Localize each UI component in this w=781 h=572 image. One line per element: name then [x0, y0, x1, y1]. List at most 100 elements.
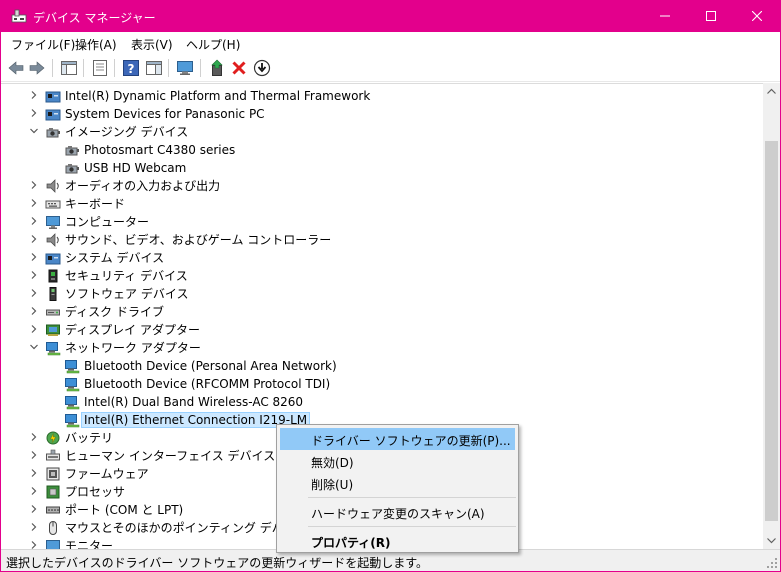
- tree-item-label: コンピューター: [65, 215, 150, 229]
- tree-item-label: イメージング デバイス: [65, 125, 189, 139]
- expand-chevron-right-icon[interactable]: [29, 252, 39, 262]
- tree-category-item[interactable]: ディスプレイ アダプター: [1, 321, 761, 339]
- chip-folder-icon: [45, 253, 61, 265]
- tree-category-item[interactable]: オーディオの入力および出力: [1, 177, 761, 195]
- tree-category-item[interactable]: ディスク ドライブ: [1, 303, 761, 321]
- tree-category-item[interactable]: システム デバイス: [1, 249, 761, 267]
- properties-icon[interactable]: [91, 59, 109, 77]
- context-menu-item[interactable]: プロパティ(R): [280, 530, 515, 552]
- computer-icon: [46, 540, 60, 549]
- back-arrow-icon[interactable]: [7, 59, 25, 77]
- tree-device-item[interactable]: Intel(R) Dual Band Wireless-AC 8260: [1, 393, 761, 411]
- tree-item-label: Bluetooth Device (RFCOMM Protocol TDI): [84, 377, 331, 391]
- menu-action[interactable]: 操作(A): [75, 36, 117, 53]
- context-menu-item[interactable]: ドライバー ソフトウェアの更新(P)...: [280, 428, 515, 450]
- forward-arrow-icon[interactable]: [28, 59, 46, 77]
- security-device-icon: [48, 269, 58, 283]
- expand-chevron-right-icon[interactable]: [29, 198, 39, 208]
- network-adapter-icon: [46, 342, 61, 356]
- vertical-scrollbar[interactable]: [763, 83, 780, 549]
- keyboard-icon: [45, 200, 61, 209]
- resize-grip-icon[interactable]: [766, 557, 778, 569]
- tree-item-label: ヒューマン インターフェイス デバイス: [65, 449, 276, 463]
- tree-item-label: プロセッサ: [65, 485, 126, 499]
- context-menu-separator: [308, 497, 516, 498]
- expand-chevron-right-icon[interactable]: [29, 234, 39, 244]
- tree-category-item[interactable]: サウンド、ビデオ、およびゲーム コントローラー: [1, 231, 761, 249]
- context-menu-item[interactable]: 削除(U): [280, 472, 515, 494]
- title-bar[interactable]: デバイス マネージャー: [1, 1, 780, 32]
- tree-device-item[interactable]: Bluetooth Device (Personal Area Network): [1, 357, 761, 375]
- expand-chevron-right-icon[interactable]: [29, 450, 39, 460]
- tree-category-item[interactable]: System Devices for Panasonic PC: [1, 105, 761, 123]
- expand-chevron-right-icon[interactable]: [29, 486, 39, 496]
- expand-chevron-right-icon[interactable]: [29, 432, 39, 442]
- network-adapter-icon: [65, 360, 80, 374]
- network-adapter-icon: [65, 414, 80, 428]
- scrollbar-thumb[interactable]: [765, 141, 778, 521]
- network-adapter-icon: [65, 396, 80, 410]
- context-menu-item-label: プロパティ(R): [311, 536, 391, 550]
- close-button[interactable]: [734, 1, 780, 32]
- expand-chevron-right-icon[interactable]: [29, 522, 39, 532]
- context-menu-item[interactable]: 無効(D): [280, 450, 515, 472]
- tree-category-item[interactable]: キーボード: [1, 195, 761, 213]
- expand-chevron-right-icon[interactable]: [29, 270, 39, 280]
- close-icon: [752, 11, 762, 21]
- expand-chevron-right-icon[interactable]: [29, 324, 39, 334]
- expand-chevron-right-icon[interactable]: [29, 216, 39, 226]
- help-icon[interactable]: ?: [122, 59, 140, 77]
- tree-item-label: ディスク ドライブ: [65, 305, 164, 319]
- menu-help[interactable]: ヘルプ(H): [186, 36, 240, 53]
- expand-chevron-right-icon[interactable]: [29, 540, 39, 549]
- context-menu-item[interactable]: ハードウェア変更のスキャン(A): [280, 501, 515, 523]
- tree-category-item[interactable]: ソフトウェア デバイス: [1, 285, 761, 303]
- tree-category-item[interactable]: イメージング デバイス: [1, 123, 761, 141]
- expand-chevron-right-icon[interactable]: [29, 108, 39, 118]
- firmware-icon: [46, 467, 60, 481]
- scroll-down-arrow-icon[interactable]: [763, 532, 780, 549]
- scroll-up-arrow-icon[interactable]: [763, 83, 780, 100]
- tree-item-label: セキュリティ デバイス: [65, 269, 188, 283]
- show-hide-console-tree-icon[interactable]: [60, 59, 78, 77]
- mouse-icon: [49, 521, 57, 535]
- menu-view[interactable]: 表示(V): [131, 36, 173, 53]
- expand-chevron-right-icon[interactable]: [29, 306, 39, 316]
- tree-device-item[interactable]: Photosmart C4380 series: [1, 141, 761, 159]
- display-adapter-icon: [46, 324, 60, 336]
- battery-icon: [46, 431, 60, 445]
- tree-item-label: Bluetooth Device (Personal Area Network): [84, 359, 337, 373]
- expand-chevron-right-icon[interactable]: [29, 504, 39, 514]
- menu-file[interactable]: ファイル(F): [11, 36, 75, 53]
- expand-chevron-right-icon[interactable]: [29, 180, 39, 190]
- status-text: 選択したデバイスのドライバー ソフトウェアの更新ウィザードを起動します。: [6, 556, 429, 570]
- tree-category-item[interactable]: セキュリティ デバイス: [1, 267, 761, 285]
- maximize-icon: [706, 11, 716, 21]
- tree-item-label: ポート (COM と LPT): [65, 503, 184, 517]
- expand-chevron-right-icon[interactable]: [29, 468, 39, 478]
- context-menu-item-label: 削除(U): [311, 478, 354, 492]
- uninstall-icon[interactable]: [230, 59, 248, 77]
- expand-chevron-right-icon[interactable]: [29, 90, 39, 100]
- tree-item-label: Intel(R) Dual Band Wireless-AC 8260: [84, 395, 304, 409]
- tree-item-label: サウンド、ビデオ、およびゲーム コントローラー: [65, 233, 332, 247]
- tree-device-item[interactable]: USB HD Webcam: [1, 159, 761, 177]
- svg-text:?: ?: [128, 62, 135, 76]
- port-icon: [46, 506, 60, 514]
- expand-chevron-down-icon[interactable]: [29, 126, 39, 136]
- speaker-icon: [46, 233, 59, 247]
- window-title: デバイス マネージャー: [33, 11, 156, 25]
- minimize-button[interactable]: [642, 1, 688, 32]
- action-pane-icon[interactable]: [145, 59, 163, 77]
- update-driver-icon[interactable]: [208, 59, 226, 77]
- tree-category-item[interactable]: コンピューター: [1, 213, 761, 231]
- scan-hardware-icon[interactable]: [253, 59, 271, 77]
- expand-chevron-right-icon[interactable]: [29, 288, 39, 298]
- tree-category-item[interactable]: ネットワーク アダプター: [1, 339, 761, 357]
- monitor-icon[interactable]: [176, 59, 194, 77]
- expand-chevron-down-icon[interactable]: [29, 342, 39, 352]
- tree-item-label: System Devices for Panasonic PC: [65, 107, 265, 121]
- tree-device-item[interactable]: Bluetooth Device (RFCOMM Protocol TDI): [1, 375, 761, 393]
- tree-category-item[interactable]: Intel(R) Dynamic Platform and Thermal Fr…: [1, 87, 761, 105]
- maximize-button[interactable]: [688, 1, 734, 32]
